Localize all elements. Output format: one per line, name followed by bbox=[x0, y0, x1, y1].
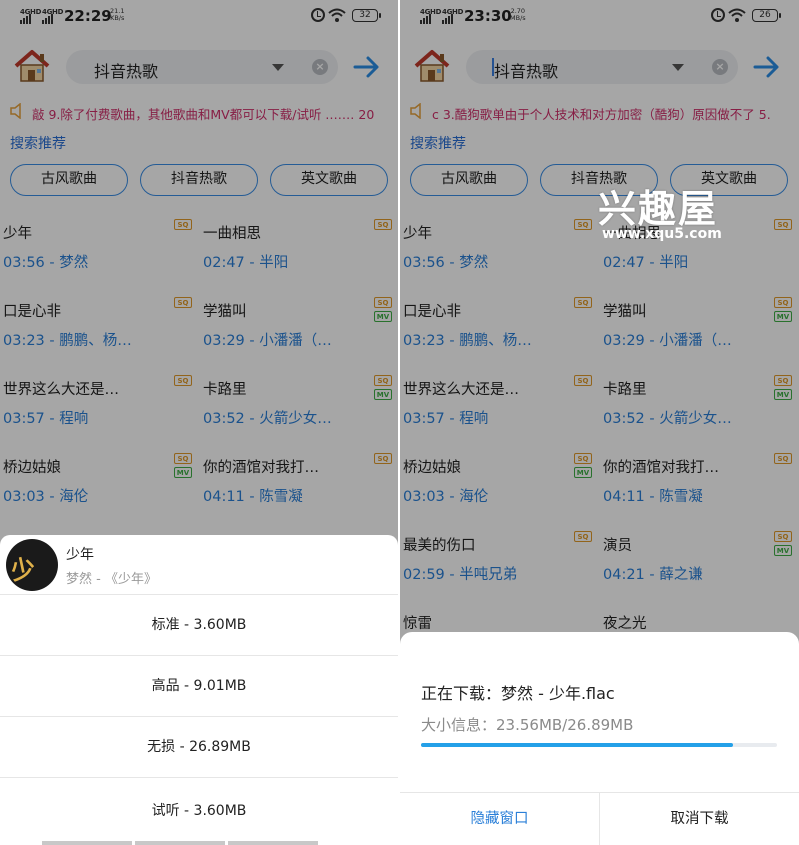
watermark-title: 兴趣屋 bbox=[598, 187, 719, 231]
cancel-download-button[interactable]: 取消下载 bbox=[600, 793, 799, 845]
watermark-url: www.xqu5.com bbox=[602, 226, 722, 242]
bottom-tab-bar bbox=[0, 841, 398, 845]
sheet-song-subtitle: 梦然 - 《少年》 bbox=[66, 572, 157, 587]
download-dialog: 正在下载：梦然 - 少年.flac 大小信息：23.56MB/26.89MB 隐… bbox=[400, 632, 799, 845]
watermark: 兴趣屋 www.xqu5.com bbox=[598, 178, 746, 248]
quality-option-preview[interactable]: 试听 - 3.60MB bbox=[0, 777, 398, 841]
quality-option-lossless[interactable]: 无损 - 26.89MB bbox=[0, 716, 398, 777]
sheet-song-title: 少年 bbox=[66, 547, 94, 563]
quality-option-standard[interactable]: 标准 - 3.60MB bbox=[0, 594, 398, 655]
quality-option-high[interactable]: 高品 - 9.01MB bbox=[0, 655, 398, 716]
download-size-info: 大小信息：23.56MB/26.89MB bbox=[421, 716, 634, 734]
dialog-button-row: 隐藏窗口 取消下载 bbox=[400, 792, 799, 845]
hide-window-button[interactable]: 隐藏窗口 bbox=[400, 793, 600, 845]
album-cover-glyph: 少年 bbox=[8, 553, 45, 591]
right-screen: 4GHD 4GHD 23:30 2.70 MB/s 26 抖音热歌 × c 3.酷… bbox=[400, 0, 799, 845]
quality-sheet: 少年 少年 梦然 - 《少年》 标准 - 3.60MB 高品 - 9.01MB … bbox=[0, 535, 398, 845]
download-progress-bar bbox=[421, 743, 777, 747]
download-progress-fill bbox=[421, 743, 733, 747]
download-title: 正在下载：梦然 - 少年.flac bbox=[421, 684, 615, 703]
album-cover: 少年 bbox=[6, 539, 58, 591]
left-screen: 4GHD 4GHD 22:29 21.1 KB/s 32 抖音热歌 × 敲 9.除… bbox=[0, 0, 398, 845]
